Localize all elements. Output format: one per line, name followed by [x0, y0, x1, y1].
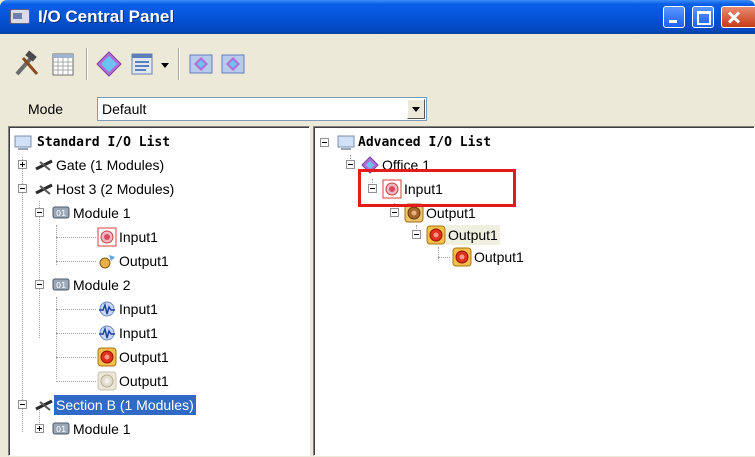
tree-root[interactable]: Advanced I/O List: [320, 133, 620, 153]
signal-wave-icon: [99, 325, 115, 341]
dropdown-arrow-icon[interactable]: [158, 49, 172, 79]
tree-line: [56, 309, 96, 310]
module-icon: 01: [52, 278, 70, 291]
tree-line: [56, 237, 96, 238]
tree-root[interactable]: Standard I/O List: [13, 133, 303, 153]
tree-node-module1[interactable]: 01 Module 1: [35, 203, 235, 223]
tree-node-module2[interactable]: 01 Module 2: [35, 275, 235, 295]
tree-node-input1[interactable]: Input1: [56, 299, 237, 319]
collapse-icon[interactable]: [35, 208, 44, 217]
maximize-button[interactable]: [692, 6, 714, 28]
tree-line: [56, 381, 96, 382]
monitor-icon: [14, 135, 32, 150]
collapse-icon[interactable]: [320, 138, 329, 147]
tree-node-gate[interactable]: Gate (1 Modules): [18, 155, 278, 175]
monitor-icon: [337, 135, 355, 150]
tree-node-label: Gate (1 Modules): [56, 157, 165, 173]
tools-icon[interactable]: [12, 49, 42, 79]
mode-label: Mode: [28, 101, 64, 117]
collapse-icon[interactable]: [346, 160, 355, 169]
tree-line: [56, 357, 96, 358]
minimize-button[interactable]: [663, 6, 685, 28]
tree-node-input1[interactable]: Input1: [56, 323, 237, 343]
toolbar-separator: [86, 48, 88, 80]
window-left-border: [0, 126, 8, 457]
window-title: I/O Central Panel: [38, 7, 175, 26]
svg-text:01: 01: [56, 209, 66, 218]
network-icon: [35, 399, 53, 411]
tree-node-module1[interactable]: 01 Module 1: [35, 419, 235, 439]
highlight-box: [358, 169, 516, 207]
mode-value: Default: [102, 101, 147, 117]
network-icon: [35, 159, 53, 171]
tree-node-label: Section B (1 Modules): [54, 395, 196, 415]
tree-node-label: Input1: [119, 229, 158, 245]
svg-text:01: 01: [56, 425, 66, 434]
tree-node-label: Output1: [474, 249, 524, 265]
svg-text:01: 01: [56, 281, 66, 290]
collapse-icon[interactable]: [390, 208, 399, 217]
collapse-icon[interactable]: [412, 230, 421, 239]
tree-node-label: Module 2: [73, 277, 131, 293]
collapse-icon[interactable]: [18, 184, 27, 193]
title-bar: I/O Central Panel: [0, 0, 755, 34]
tree-line: [56, 261, 96, 262]
tree-node-label: Output1: [446, 225, 500, 245]
tree-node-label: Module 1: [73, 205, 131, 221]
alarm-output-icon: [452, 247, 472, 267]
tree-node-host3[interactable]: Host 3 (2 Modules): [18, 179, 278, 199]
expand-icon[interactable]: [35, 424, 44, 433]
alarm-output-icon: [97, 347, 117, 367]
app-icon: [10, 9, 30, 24]
input-target-icon: [97, 227, 117, 247]
tree-root-label: Standard I/O List: [37, 135, 171, 150]
module-icon: 01: [52, 206, 70, 219]
expand-icon[interactable]: [18, 160, 27, 169]
mode-select[interactable]: Default: [97, 97, 427, 121]
tree-root-label: Advanced I/O List: [358, 135, 492, 150]
forward-diamond-icon[interactable]: [186, 49, 216, 79]
tree-line: [438, 257, 450, 258]
tree-line: [56, 333, 96, 334]
module-icon: 01: [52, 422, 70, 435]
tree-node-label: Output1: [119, 253, 169, 269]
tree-node-output1[interactable]: Output1: [56, 347, 237, 367]
tree-node-section-b[interactable]: Section B (1 Modules): [18, 395, 278, 415]
mode-dropdown-button[interactable]: [407, 99, 425, 119]
tree-node-output1[interactable]: Output1: [56, 371, 237, 391]
tree-node-output1[interactable]: Output1: [438, 247, 638, 267]
standard-io-tree[interactable]: Standard I/O List Gate (1 Modules) Host …: [8, 126, 310, 456]
tree-node-label: Input1: [119, 301, 158, 317]
tree-node-label: Host 3 (2 Modules): [56, 181, 175, 197]
disabled-output-icon: [97, 371, 117, 391]
tree-node-label: Output1: [119, 373, 169, 389]
network-icon: [35, 183, 53, 195]
signal-wave-icon: [99, 301, 115, 317]
tree-node-label: Input1: [119, 325, 158, 341]
tree-node-output1[interactable]: Output1: [412, 225, 612, 245]
close-button[interactable]: [721, 6, 755, 28]
tree-node-output1[interactable]: Output1: [56, 251, 237, 271]
alarm-output-icon: [426, 225, 446, 245]
tree-node-label: Module 1: [73, 421, 131, 437]
grid-icon[interactable]: [48, 49, 78, 79]
collapse-icon[interactable]: [35, 280, 44, 289]
diamond-icon[interactable]: [94, 49, 124, 79]
back-diamond-icon[interactable]: [218, 49, 248, 79]
collapse-icon[interactable]: [18, 400, 27, 409]
list-icon[interactable]: [128, 49, 158, 79]
tree-node-label: Output1: [119, 349, 169, 365]
toolbar-separator: [178, 48, 180, 80]
tree-node-input1[interactable]: Input1: [56, 227, 237, 247]
output-icon: [99, 255, 115, 269]
